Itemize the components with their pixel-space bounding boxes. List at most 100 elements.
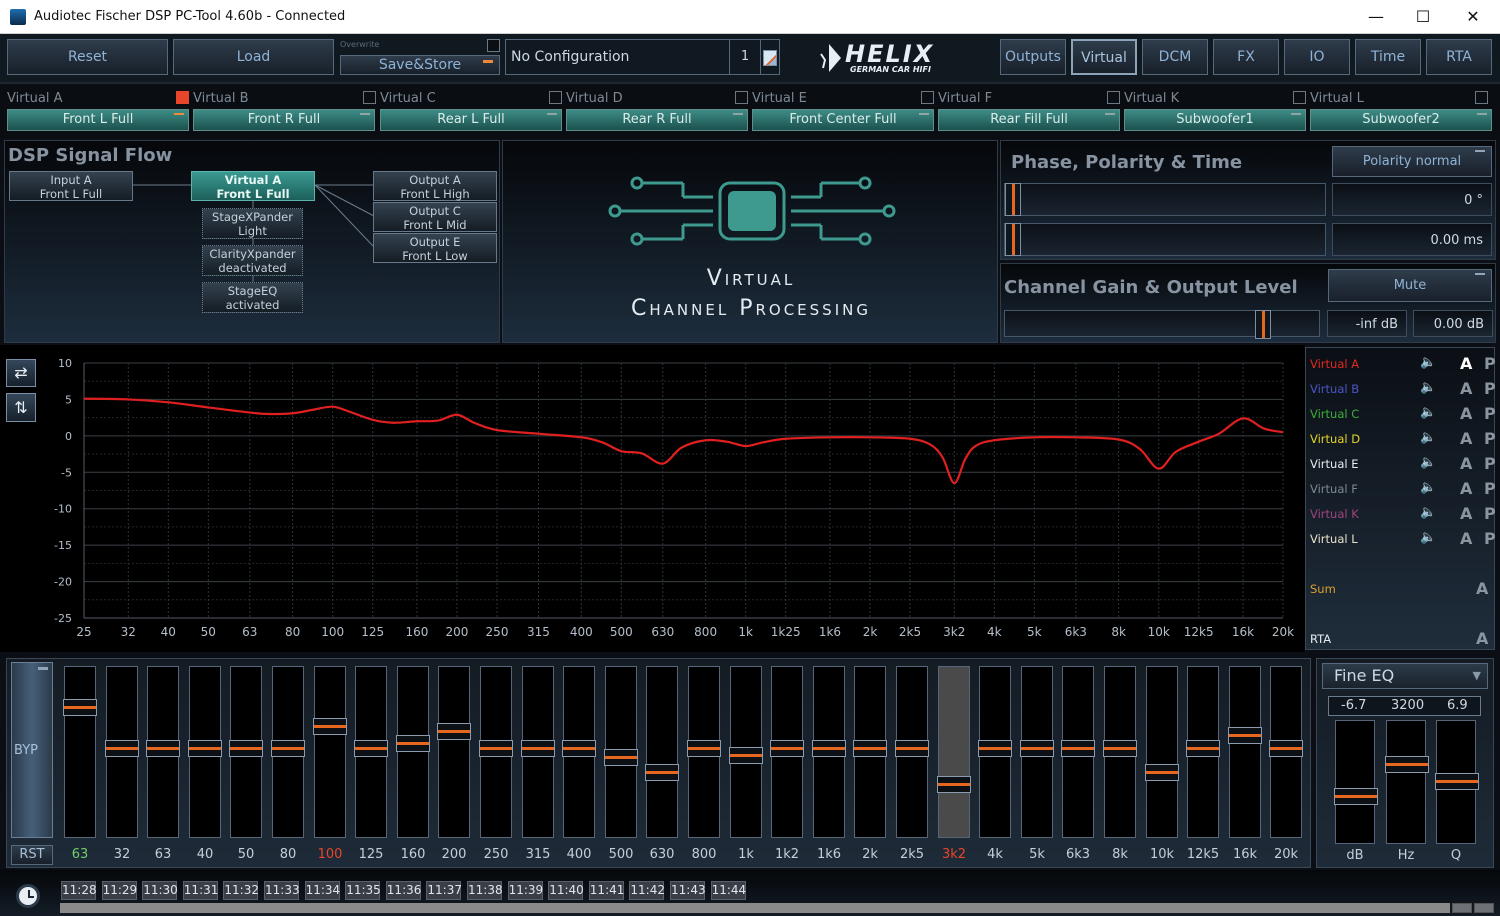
analyze-toggle[interactable]: A [1460,479,1472,498]
timeline-snapshot[interactable]: 11:30 [142,881,178,900]
analyze-toggle[interactable]: A [1476,579,1488,598]
eq-band-thumb[interactable] [812,740,846,757]
fine-eq-thumb[interactable] [1334,788,1378,805]
eq-band-fader[interactable] [1269,666,1303,838]
output-node[interactable]: Output C Front L Mid [373,202,497,232]
eq-band-fader[interactable] [354,666,388,838]
timeline-snapshot[interactable]: 11:42 [629,881,665,900]
analyze-toggle[interactable]: A [1460,529,1472,548]
eq-band-thumb[interactable] [1269,740,1303,757]
fine-eq-q-value[interactable]: 6.9 [1447,698,1468,713]
analyze-toggle[interactable]: A [1460,354,1472,373]
fine-eq-freq-value[interactable]: 3200 [1391,698,1424,713]
channel-link-checkbox[interactable] [363,91,376,104]
channel-select-button[interactable]: Front L Full [7,109,189,131]
close-button[interactable]: ✕ [1450,0,1496,34]
tab-rta[interactable]: RTA [1426,39,1492,75]
phase-toggle[interactable]: P [1484,429,1496,448]
eq-band-thumb[interactable] [562,740,596,757]
eq-band-thumb[interactable] [521,740,555,757]
polarity-button[interactable]: Polarity normal [1332,146,1492,177]
fine-eq-fader-hz[interactable] [1385,720,1429,844]
eq-band-thumb[interactable] [604,749,638,766]
timeline-snapshot[interactable]: 11:40 [548,881,584,900]
eq-band-fader[interactable] [146,666,180,838]
virtual-node[interactable]: Virtual A Front L Full [191,171,315,201]
eq-band-thumb[interactable] [1103,740,1137,757]
legend-label[interactable]: Virtual L [1310,532,1358,546]
legend-label[interactable]: Virtual C [1310,407,1359,421]
eq-band-thumb[interactable] [895,740,929,757]
eq-band-thumb[interactable] [437,723,471,740]
eq-band-fader[interactable] [812,666,846,838]
channel-select-button[interactable]: Rear R Full [566,109,748,131]
timeline-snapshot[interactable]: 11:28 [61,881,97,900]
eq-band-thumb[interactable] [188,740,222,757]
config-name[interactable]: No Configuration [511,49,629,65]
tab-dcm[interactable]: DCM [1142,39,1208,75]
eq-band-thumb[interactable] [853,740,887,757]
eq-band-fader[interactable] [1020,666,1054,838]
tab-virtual[interactable]: Virtual [1071,39,1137,75]
eq-band-fader[interactable] [978,666,1012,838]
eq-band-thumb[interactable] [271,740,305,757]
eq-band-thumb[interactable] [354,740,388,757]
timeline-snapshot[interactable]: 11:29 [101,881,137,900]
processing-node[interactable]: ClarityXpander deactivated [202,245,303,276]
legend-label[interactable]: Virtual B [1310,382,1359,396]
speaker-icon[interactable]: 🔈 [1420,530,1436,545]
channel-select-button[interactable]: Rear Fill Full [938,109,1120,131]
eq-band-thumb[interactable] [1145,764,1179,781]
eq-band-thumb[interactable] [1061,740,1095,757]
bypass-button[interactable]: BYP [11,662,53,838]
edit-config-icon[interactable] [763,50,777,66]
legend-label[interactable]: Virtual K [1310,507,1359,521]
legend-label[interactable]: Virtual E [1310,457,1359,471]
eq-band-fader[interactable] [521,666,555,838]
eq-band-fader[interactable] [1103,666,1137,838]
eq-band-fader[interactable] [1228,666,1262,838]
eq-band-fader[interactable] [729,666,763,838]
eq-reset-button[interactable]: RST [11,845,53,865]
gain-value[interactable]: 0.00 dB [1413,310,1493,337]
timeline-snapshot[interactable]: 11:36 [385,881,421,900]
channel-link-checkbox[interactable] [549,91,562,104]
input-node[interactable]: Input A Front L Full [9,171,133,201]
timeline-snapshot[interactable]: 11:33 [264,881,300,900]
eq-band-thumb[interactable] [396,735,430,752]
eq-band-fader[interactable] [63,666,97,838]
fine-eq-fader-q[interactable] [1435,720,1479,844]
phase-slider-thumb[interactable] [1005,183,1021,216]
eq-band-thumb[interactable] [1228,727,1262,744]
timeline-scrollbar[interactable] [60,903,1450,913]
eq-band-fader[interactable] [313,666,347,838]
eq-band-fader[interactable] [604,666,638,838]
timeline-snapshot[interactable]: 11:39 [507,881,543,900]
eq-band-thumb[interactable] [1186,740,1220,757]
timeline-snapshot[interactable]: 11:38 [467,881,503,900]
eq-band-thumb[interactable] [687,740,721,757]
legend-label[interactable]: Sum [1310,582,1336,596]
eq-band-thumb[interactable] [479,740,513,757]
load-button[interactable]: Load [173,39,334,75]
eq-band-fader[interactable] [229,666,263,838]
eq-band-thumb[interactable] [937,776,971,793]
analyze-toggle[interactable]: A [1460,454,1472,473]
analyze-toggle[interactable]: A [1460,404,1472,423]
eq-band-thumb[interactable] [146,740,180,757]
eq-band-thumb[interactable] [729,747,763,764]
eq-band-fader[interactable] [562,666,596,838]
channel-select-button[interactable]: Subwoofer1 [1124,109,1306,131]
timeline-snapshot[interactable]: 11:41 [588,881,624,900]
eq-band-thumb[interactable] [313,718,347,735]
channel-link-checkbox[interactable] [735,91,748,104]
eq-band-fader[interactable] [1061,666,1095,838]
eq-band-fader[interactable] [396,666,430,838]
analyze-toggle[interactable]: A [1460,379,1472,398]
overwrite-checkbox[interactable] [487,39,500,52]
clock-icon[interactable] [16,884,40,908]
eq-band-thumb[interactable] [105,740,139,757]
eq-band-fader[interactable] [479,666,513,838]
eq-band-thumb[interactable] [63,699,97,716]
phase-toggle[interactable]: P [1484,354,1496,373]
